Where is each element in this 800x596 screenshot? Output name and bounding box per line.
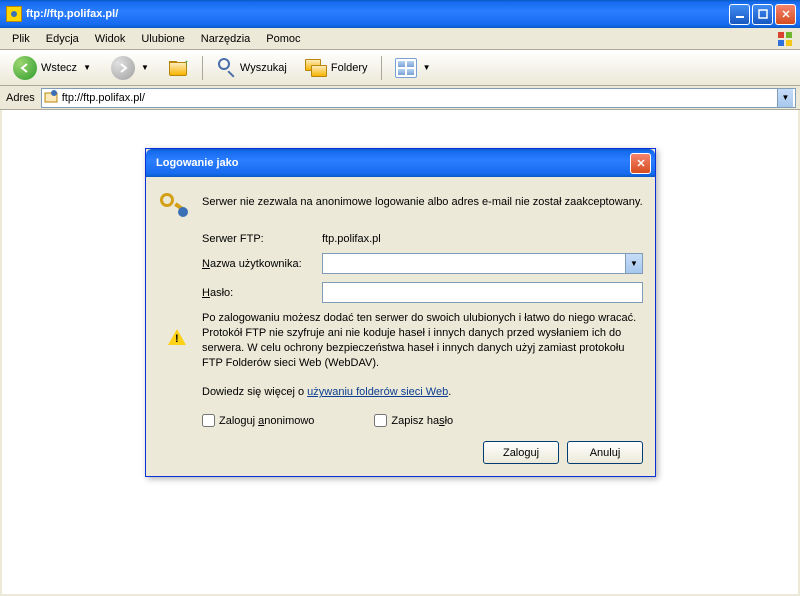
address-dropdown-icon[interactable]: ▼ bbox=[777, 89, 793, 107]
save-password-checkbox[interactable]: Zapisz hasło bbox=[374, 414, 453, 427]
anonymous-check-input[interactable] bbox=[202, 414, 215, 427]
info-line-2: Protokół FTP nie szyfruje ani nie koduje… bbox=[202, 326, 643, 371]
toolbar-separator bbox=[202, 56, 203, 80]
toolbar: Wstecz ▼ ▼ ↑ Wyszukaj Foldery ▼ bbox=[0, 50, 800, 86]
back-icon bbox=[13, 56, 37, 80]
views-button[interactable]: ▼ bbox=[388, 54, 440, 82]
content-area: Logowanie jako Serwer nie zezwala na ano… bbox=[0, 110, 800, 596]
folders-icon bbox=[305, 59, 327, 77]
search-label: Wyszukaj bbox=[240, 62, 287, 74]
menu-view[interactable]: Widok bbox=[87, 31, 134, 47]
cancel-button[interactable]: Anuluj bbox=[567, 441, 643, 464]
maximize-button[interactable] bbox=[752, 4, 773, 25]
minimize-button[interactable] bbox=[729, 4, 750, 25]
learn-more: Dowiedz się więcej o używaniu folderów s… bbox=[202, 385, 643, 400]
password-input[interactable] bbox=[322, 282, 643, 303]
server-label: Serwer FTP: bbox=[202, 233, 322, 245]
save-password-check-input[interactable] bbox=[374, 414, 387, 427]
dialog-message: Serwer nie zezwala na anonimowe logowani… bbox=[202, 195, 643, 209]
views-icon bbox=[395, 58, 417, 78]
dialog-titlebar: Logowanie jako bbox=[146, 149, 655, 177]
windows-flag-icon bbox=[776, 30, 796, 48]
ftp-icon bbox=[44, 89, 58, 106]
password-label: Hasło: bbox=[202, 287, 322, 299]
window-title: ftp://ftp.polifax.pl/ bbox=[26, 8, 729, 20]
forward-dropdown-icon[interactable]: ▼ bbox=[139, 63, 151, 72]
search-icon bbox=[216, 58, 236, 78]
up-button[interactable]: ↑ bbox=[162, 54, 196, 82]
app-icon bbox=[6, 6, 22, 22]
server-value: ftp.polifax.pl bbox=[322, 233, 643, 245]
folders-label: Foldery bbox=[331, 62, 368, 74]
address-field-wrapper: ▼ bbox=[41, 88, 796, 108]
dialog-title: Logowanie jako bbox=[156, 157, 630, 169]
username-label: Nazwa użytkownika: bbox=[202, 258, 322, 270]
menu-edit[interactable]: Edycja bbox=[38, 31, 87, 47]
webdav-link[interactable]: używaniu folderów sieci Web bbox=[307, 386, 448, 398]
info-line-1: Po zalogowaniu możesz dodać ten serwer d… bbox=[202, 311, 643, 326]
dialog-close-button[interactable] bbox=[630, 153, 651, 174]
back-label: Wstecz bbox=[41, 62, 77, 74]
menu-favorites[interactable]: Ulubione bbox=[133, 31, 192, 47]
address-bar: Adres ▼ bbox=[0, 86, 800, 110]
address-input[interactable] bbox=[62, 92, 773, 104]
menu-tools[interactable]: Narzędzia bbox=[193, 31, 259, 47]
username-input[interactable] bbox=[322, 253, 626, 274]
back-dropdown-icon[interactable]: ▼ bbox=[81, 63, 93, 72]
search-button[interactable]: Wyszukaj bbox=[209, 54, 294, 82]
forward-button[interactable]: ▼ bbox=[104, 54, 158, 82]
warning-icon: ! bbox=[168, 329, 186, 347]
folder-up-icon: ↑ bbox=[169, 58, 189, 78]
menu-help[interactable]: Pomoc bbox=[258, 31, 308, 47]
anonymous-checkbox[interactable]: Zaloguj anonimowo bbox=[202, 414, 314, 427]
forward-icon bbox=[111, 56, 135, 80]
login-button[interactable]: Zaloguj bbox=[483, 441, 559, 464]
views-dropdown-icon[interactable]: ▼ bbox=[421, 63, 433, 72]
dialog-info: Po zalogowaniu możesz dodać ten serwer d… bbox=[202, 311, 643, 400]
toolbar-separator-2 bbox=[381, 56, 382, 80]
key-icon bbox=[160, 191, 192, 223]
username-dropdown-icon[interactable]: ▼ bbox=[626, 253, 643, 274]
menubar: Plik Edycja Widok Ulubione Narzędzia Pom… bbox=[0, 28, 800, 50]
menu-file[interactable]: Plik bbox=[4, 31, 38, 47]
folders-button[interactable]: Foldery bbox=[298, 54, 375, 82]
close-button[interactable] bbox=[775, 4, 796, 25]
window-titlebar: ftp://ftp.polifax.pl/ bbox=[0, 0, 800, 28]
dialog-body: Serwer nie zezwala na anonimowe logowani… bbox=[146, 177, 655, 476]
login-dialog: Logowanie jako Serwer nie zezwala na ano… bbox=[145, 148, 656, 477]
back-button[interactable]: Wstecz ▼ bbox=[6, 54, 100, 82]
address-label: Adres bbox=[4, 92, 37, 104]
